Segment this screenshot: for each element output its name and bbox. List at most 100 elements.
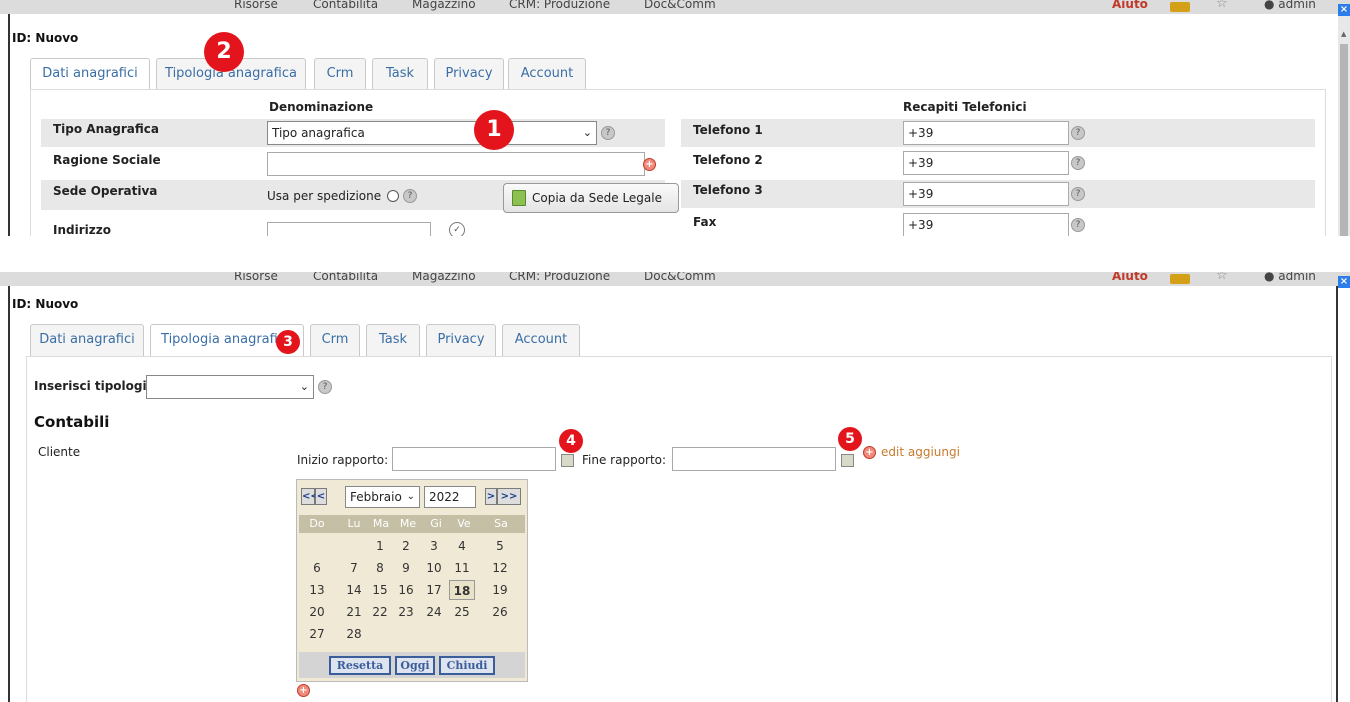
- tab-dati-anagrafici[interactable]: Dati anagrafici: [30, 324, 144, 356]
- add-icon[interactable]: +: [863, 446, 876, 459]
- menu-item-contabilita[interactable]: Contabilità: [313, 0, 378, 11]
- user-menu[interactable]: ● admin: [1264, 272, 1316, 283]
- calendar-day[interactable]: 14: [341, 580, 367, 600]
- calendar-day[interactable]: 21: [341, 602, 367, 622]
- calendar-day[interactable]: 12: [481, 558, 519, 578]
- menu-item-magazzino[interactable]: Magazzino: [412, 272, 476, 283]
- user-menu[interactable]: ● admin: [1264, 0, 1316, 11]
- tab-account[interactable]: Account: [502, 324, 580, 356]
- help-icon[interactable]: ?: [1071, 156, 1085, 170]
- copia-da-sede-legale-button[interactable]: Copia da Sede Legale: [503, 183, 679, 213]
- close-icon[interactable]: ×: [1338, 276, 1350, 288]
- calendar-oggi-button[interactable]: Oggi: [395, 656, 435, 675]
- menu-item-crm-produzione[interactable]: CRM: Produzione: [509, 272, 610, 283]
- tab-crm[interactable]: Crm: [314, 58, 366, 90]
- calendar-day[interactable]: 28: [341, 624, 367, 644]
- inizio-rapporto-input[interactable]: [392, 447, 556, 471]
- telefono-3-input[interactable]: +39: [903, 182, 1069, 206]
- ragione-sociale-input[interactable]: [267, 152, 645, 176]
- telefono-1-input[interactable]: +39: [903, 121, 1069, 145]
- calendar-day[interactable]: 4: [449, 536, 475, 556]
- tab-account[interactable]: Account: [508, 58, 586, 90]
- calendar-day[interactable]: 27: [299, 624, 335, 644]
- menu-item-risorse[interactable]: Risorse: [234, 272, 278, 283]
- menu-item-contabilita[interactable]: Contabilità: [313, 272, 378, 283]
- tab-task[interactable]: Task: [366, 324, 420, 356]
- inserisci-tipologia-select[interactable]: ⌄: [146, 375, 314, 399]
- calendar-day[interactable]: 20: [299, 602, 335, 622]
- scroll-up-icon[interactable]: ▲: [1341, 30, 1346, 38]
- help-link[interactable]: Aiuto: [1112, 272, 1148, 283]
- calendar-chiudi-button[interactable]: Chiudi: [439, 656, 495, 675]
- calendar-day-today[interactable]: 18: [449, 580, 475, 600]
- top-menu-bar: Risorse Contabilità Magazzino CRM: Produ…: [0, 272, 1350, 286]
- usa-per-spedizione-radio[interactable]: [387, 190, 399, 202]
- calendar-next-month-button[interactable]: >: [485, 488, 497, 505]
- calendar-month-select[interactable]: Febbraio ⌄: [345, 486, 420, 508]
- calendar-icon[interactable]: [841, 454, 854, 467]
- add-icon[interactable]: +: [297, 684, 310, 697]
- calendar-day[interactable]: 17: [421, 580, 447, 600]
- edit-aggiungi-link[interactable]: edit aggiungi: [881, 445, 960, 459]
- folder-icon[interactable]: [1170, 274, 1190, 284]
- calendar-footer: Resetta Oggi Chiudi: [299, 652, 525, 678]
- calendar-day[interactable]: 5: [481, 536, 519, 556]
- calendar-prev-year-button[interactable]: <<: [301, 488, 319, 505]
- calendar-day[interactable]: 6: [299, 558, 335, 578]
- tab-crm[interactable]: Crm: [310, 324, 360, 356]
- help-icon[interactable]: ?: [1071, 218, 1085, 232]
- calendar-year-input[interactable]: 2022: [424, 486, 476, 508]
- calendar-icon[interactable]: [561, 454, 574, 467]
- menu-item-risorse[interactable]: Risorse: [234, 0, 278, 11]
- folder-icon[interactable]: [1170, 2, 1190, 12]
- calendar-day[interactable]: 10: [421, 558, 447, 578]
- calendar-next-year-button[interactable]: >>: [497, 488, 521, 505]
- tab-privacy[interactable]: Privacy: [434, 58, 504, 90]
- calendar-day[interactable]: 7: [341, 558, 367, 578]
- screenshot-panel-tipologia-anagrafica: Risorse Contabilità Magazzino CRM: Produ…: [0, 272, 1350, 702]
- tab-privacy[interactable]: Privacy: [426, 324, 496, 356]
- help-icon[interactable]: ?: [601, 126, 615, 140]
- add-icon[interactable]: +: [643, 158, 656, 171]
- indirizzo-input[interactable]: [267, 222, 431, 236]
- help-icon[interactable]: ?: [403, 189, 417, 203]
- help-icon[interactable]: ?: [1071, 187, 1085, 201]
- calendar-day[interactable]: 26: [481, 602, 519, 622]
- calendar-day[interactable]: 8: [367, 558, 393, 578]
- fine-rapporto-input[interactable]: [672, 447, 836, 471]
- calendar-day[interactable]: 22: [367, 602, 393, 622]
- menu-item-doc-comm[interactable]: Doc&Comm: [644, 0, 716, 11]
- help-icon[interactable]: ?: [1071, 126, 1085, 140]
- star-icon[interactable]: ☆: [1216, 272, 1228, 283]
- calendar-day[interactable]: 3: [421, 536, 447, 556]
- calendar-day[interactable]: 13: [299, 580, 335, 600]
- help-icon[interactable]: ?: [318, 380, 332, 394]
- scrollbar-thumb[interactable]: [1340, 44, 1348, 236]
- close-icon[interactable]: ×: [1338, 4, 1350, 16]
- calendar-day[interactable]: 25: [449, 602, 475, 622]
- calendar-day[interactable]: 23: [393, 602, 419, 622]
- tipo-anagrafica-select[interactable]: Tipo anagrafica ⌄: [267, 121, 597, 145]
- menu-item-doc-comm[interactable]: Doc&Comm: [644, 272, 716, 283]
- calendar-prev-month-button[interactable]: <: [315, 488, 327, 505]
- calendar-day[interactable]: 1: [367, 536, 393, 556]
- fax-input[interactable]: +39: [903, 213, 1069, 236]
- calendar-day[interactable]: 9: [393, 558, 419, 578]
- vertical-scrollbar[interactable]: ▲: [1338, 16, 1350, 236]
- calendar-day[interactable]: 24: [421, 602, 447, 622]
- telefono-2-input[interactable]: +39: [903, 151, 1069, 175]
- help-link[interactable]: Aiuto: [1112, 0, 1148, 11]
- calendar-resetta-button[interactable]: Resetta: [329, 656, 391, 675]
- calendar-day[interactable]: 11: [449, 558, 475, 578]
- tab-dati-anagrafici[interactable]: Dati anagrafici: [30, 58, 150, 91]
- check-circle-icon[interactable]: ✓: [449, 222, 465, 236]
- calendar-day[interactable]: 2: [393, 536, 419, 556]
- menu-item-crm-produzione[interactable]: CRM: Produzione: [509, 0, 610, 11]
- calendar-day[interactable]: 19: [481, 580, 519, 600]
- star-icon[interactable]: ☆: [1216, 0, 1228, 11]
- menu-item-magazzino[interactable]: Magazzino: [412, 0, 476, 11]
- calendar-day[interactable]: 16: [393, 580, 419, 600]
- calendar-day[interactable]: 15: [367, 580, 393, 600]
- form-content-area: [26, 356, 1332, 702]
- tab-task[interactable]: Task: [372, 58, 428, 90]
